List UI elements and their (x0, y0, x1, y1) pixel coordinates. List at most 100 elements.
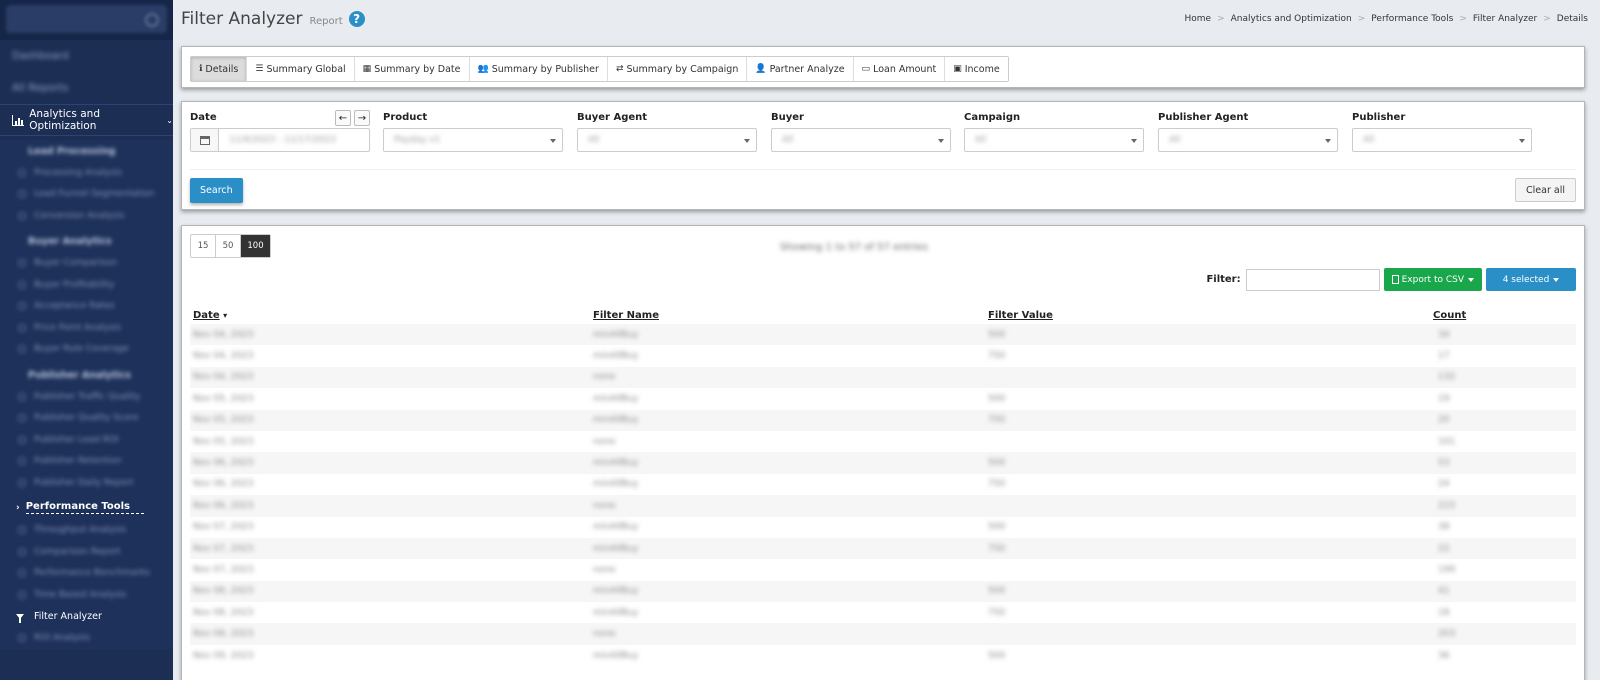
table-row: Nov 05, 2023 none 101 (190, 431, 1576, 452)
cell-filter-value (985, 495, 1430, 517)
sidebar: Dashboard All Reports Analytics and Opti… (0, 0, 173, 680)
table-row: Nov 05, 2023 minAllBuy 500 19 (190, 388, 1576, 409)
cell-count: 53 (1430, 452, 1576, 474)
sidebar-link[interactable]: Time Based Analysis (0, 584, 173, 606)
help-icon[interactable]: ? (348, 11, 365, 27)
table-row: Nov 04, 2023 none 132 (190, 366, 1576, 389)
page-size-15[interactable]: 15 (191, 235, 216, 257)
sidebar-group-title: Publisher Analytics (28, 369, 131, 381)
sort-desc-icon: ▾ (223, 310, 228, 320)
sidebar-group-title: Lead Processing (28, 145, 116, 157)
sidebar-search-input[interactable] (6, 5, 167, 33)
sidebar-link[interactable]: Publisher Quality Score (0, 408, 173, 430)
sidebar-item-dashboard[interactable]: Dashboard (0, 40, 173, 72)
tab-income[interactable]: ▣ Income (945, 57, 1008, 81)
tab-partner-analyze[interactable]: 👤 Partner Analyze (747, 57, 854, 81)
prev-date-button[interactable]: ← (335, 110, 351, 126)
sidebar-link[interactable]: Processing Analysis (0, 162, 173, 184)
sidebar-link[interactable]: Conversion Analysis (0, 205, 173, 227)
cell-count: 24 (1438, 479, 1450, 490)
page-title: Filter Analyzer (181, 9, 303, 29)
cell-filter-value (985, 559, 1430, 580)
cell-date: Nov 04, 2023 (190, 324, 590, 346)
sidebar-link[interactable]: Acceptance Rates (0, 296, 173, 318)
next-date-button[interactable]: → (354, 110, 370, 126)
tab-loan-amount[interactable]: ▭ Loan Amount (853, 57, 946, 81)
buyer-agent-select[interactable]: All (577, 128, 757, 152)
clear-all-button[interactable]: Clear all (1515, 178, 1576, 202)
sidebar-link[interactable]: Comparison Report (0, 541, 173, 563)
cell-count: 20 (1430, 409, 1576, 431)
table-row: Nov 08, 2023 minAllBuy 500 41 (190, 580, 1576, 603)
breadcrumb-filter-analyzer[interactable]: Filter Analyzer (1473, 14, 1537, 24)
cell-filter-value: 500 (985, 580, 1430, 603)
column-header-date[interactable]: Date ▾ (190, 306, 590, 324)
publisher-select[interactable]: All (1352, 128, 1532, 152)
sidebar-link[interactable]: Lead Funnel Segmentation (0, 184, 173, 206)
cell-filter-value: 750 (985, 537, 1430, 560)
tab-summary-by-campaign[interactable]: ⇄ Summary by Campaign (607, 57, 748, 81)
breadcrumb-analytics[interactable]: Analytics and Optimization (1231, 14, 1352, 24)
cell-date: Nov 09, 2023 (193, 650, 254, 661)
cell-date: Nov 05, 2023 (193, 393, 254, 404)
sidebar-section-performance-tools[interactable]: › Performance Tools (0, 496, 173, 520)
users-icon: 👥 (477, 64, 489, 74)
table-row: Nov 07, 2023 minAllBuy 500 38 (190, 517, 1576, 538)
cell-filter-name: minAllBuy (593, 479, 639, 490)
filters-panel: Date 11/4/2023 - 11/17/2023 ← → Product … (181, 101, 1585, 210)
cell-count: 199 (1438, 564, 1456, 575)
tab-summary-global[interactable]: ☰ Summary Global (247, 57, 355, 81)
sidebar-link[interactable]: Throughput Analysis (0, 520, 173, 542)
buyer-filter: Buyer All (771, 112, 951, 152)
sidebar-item-filter-analyzer[interactable]: Filter Analyzer (0, 606, 173, 628)
cell-count: 101 (1438, 436, 1456, 447)
sidebar-link[interactable]: Price Point Analysis (0, 317, 173, 339)
breadcrumb-home[interactable]: Home (1185, 14, 1212, 24)
date-range-input[interactable]: 11/4/2023 - 11/17/2023 (190, 128, 370, 152)
sidebar-item-reports[interactable]: All Reports (0, 72, 173, 104)
tab-details[interactable]: ℹ Details (191, 57, 248, 81)
sidebar-link[interactable]: Buyer Rule Coverage (0, 339, 173, 361)
tab-summary-by-date[interactable]: ▦ Summary by Date (354, 57, 470, 81)
table-body: Nov 04, 2023 minAllBuy 500 34 Nov 04, 2023 mi… (190, 324, 1576, 666)
sidebar-search-area (0, 0, 173, 40)
publisher-agent-filter: Publisher Agent All (1158, 112, 1338, 152)
sidebar-link[interactable]: Buyer Profitability (0, 274, 173, 296)
columns-select-button[interactable]: 4 selected (1486, 268, 1576, 291)
sidebar-link[interactable]: ROI Analysis (0, 628, 173, 650)
table-row: Nov 08, 2023 none 203 (190, 623, 1576, 645)
cell-date: Nov 04, 2023 (190, 366, 590, 389)
sidebar-link[interactable]: Performance Benchmarks (0, 563, 173, 585)
table-row: Nov 06, 2023 minAllBuy 500 53 (190, 452, 1576, 474)
breadcrumb-performance-tools[interactable]: Performance Tools (1371, 14, 1453, 24)
cell-filter-name: none (590, 366, 985, 389)
campaign-select[interactable]: All (964, 128, 1144, 152)
column-header-count[interactable]: Count (1430, 306, 1576, 324)
column-header-filter-name[interactable]: Filter Name (590, 306, 985, 324)
page-size-50[interactable]: 50 (216, 235, 241, 257)
product-filter: Product Payday v1 (383, 112, 563, 152)
campaign-label: Campaign (964, 112, 1021, 123)
page-size-100[interactable]: 100 (241, 235, 270, 257)
date-nav: ← → (335, 110, 370, 126)
sidebar-section-analytics[interactable]: Analytics and Optimization ⌄ (0, 104, 173, 136)
sidebar-link[interactable]: Buyer Comparison (0, 253, 173, 275)
tab-summary-by-publisher[interactable]: 👥 Summary by Publisher (469, 57, 608, 81)
cell-filter-name: minAllBuy (590, 537, 985, 560)
publisher-agent-select[interactable]: All (1158, 128, 1338, 152)
buyer-select[interactable]: All (771, 128, 951, 152)
sidebar-link[interactable]: Publisher Retention (0, 451, 173, 473)
cell-filter-name: minAllBuy (590, 409, 985, 431)
sidebar-link[interactable]: Publisher Lead ROI (0, 429, 173, 451)
calendar-icon: ▦ (362, 64, 372, 74)
sidebar-link[interactable]: Publisher Traffic Quality (0, 386, 173, 408)
product-select[interactable]: Payday v1 (383, 128, 563, 152)
table-filter-input[interactable] (1245, 268, 1380, 291)
export-csv-button[interactable]: Export to CSV (1383, 268, 1482, 291)
search-button[interactable]: Search (190, 178, 243, 203)
cell-filter-name: minAllBuy (590, 452, 985, 474)
column-header-filter-value[interactable]: Filter Value (985, 306, 1430, 324)
table-header-row: Date ▾ Filter Name Filter Value Count (190, 306, 1576, 324)
chevron-right-icon: › (16, 502, 20, 513)
sidebar-link[interactable]: Publisher Daily Report (0, 472, 173, 494)
